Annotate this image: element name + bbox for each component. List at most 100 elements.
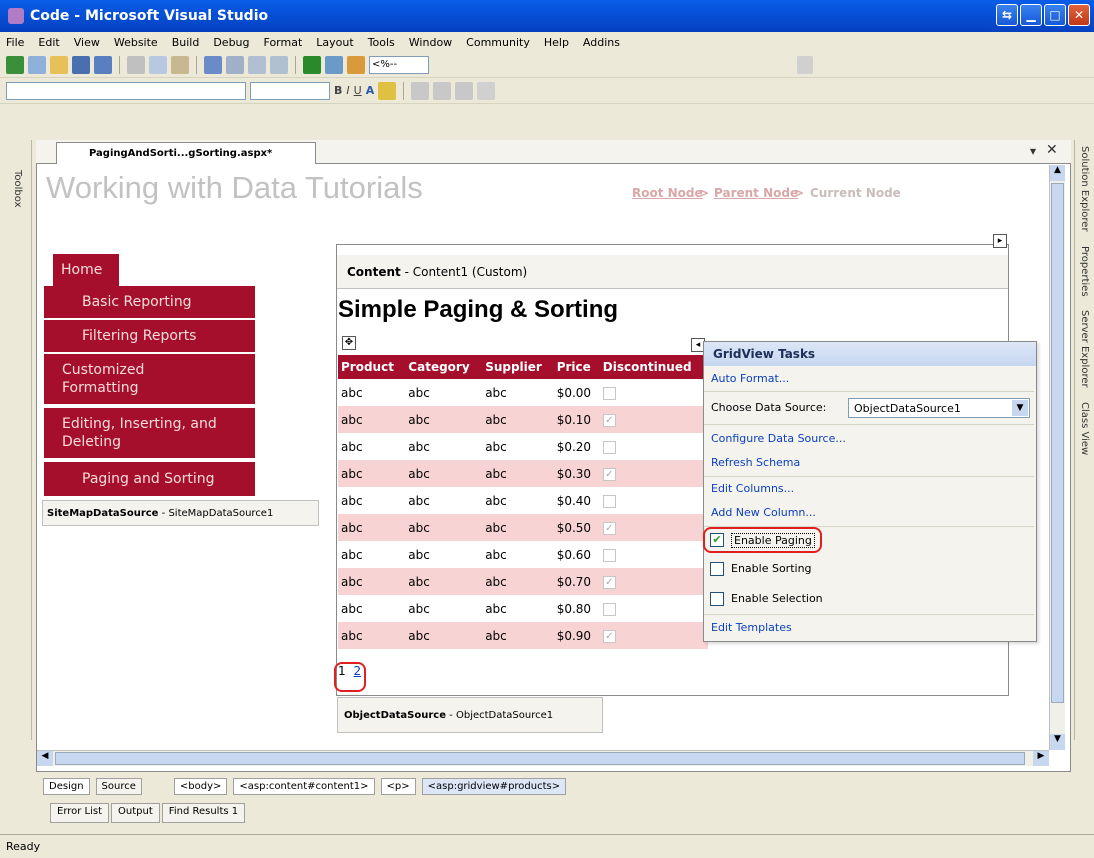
horizontal-scroll-thumb[interactable] <box>55 752 1025 765</box>
objectdatasource-control[interactable]: ObjectDataSource - ObjectDataSource1 <box>337 697 603 733</box>
font-name-combo[interactable] <box>6 81 246 100</box>
toolbox-strip[interactable]: Toolbox <box>6 140 32 740</box>
scroll-up-icon[interactable]: ▲ <box>1050 165 1065 181</box>
choose-data-source-select[interactable]: ObjectDataSource1 ▼ <box>848 398 1030 418</box>
toolbox-label[interactable]: Toolbox <box>12 170 23 208</box>
grid-header-supplier[interactable]: Supplier <box>482 355 554 379</box>
add-new-column-link[interactable]: Add New Column... <box>711 506 816 519</box>
menu-help[interactable]: Help <box>544 36 569 49</box>
enable-sorting-checkbox[interactable] <box>710 562 724 576</box>
properties-tab[interactable]: Properties <box>1079 246 1090 297</box>
paste-icon[interactable] <box>171 55 189 74</box>
menu-format[interactable]: Format <box>264 36 303 49</box>
font-color-icon[interactable]: A <box>366 84 375 97</box>
cut-icon[interactable] <box>127 55 145 74</box>
server-explorer-tab[interactable]: Server Explorer <box>1079 310 1090 388</box>
enable-selection-checkbox[interactable] <box>710 592 724 606</box>
highlight-icon[interactable] <box>378 81 397 100</box>
align-icon[interactable] <box>411 81 430 100</box>
start-debugging-icon[interactable] <box>303 55 321 74</box>
vertical-scrollbar[interactable]: ▲ ▼ <box>1049 165 1065 750</box>
output-tab[interactable]: Output <box>111 803 160 823</box>
breadcrumb-parent[interactable]: Parent Node <box>714 186 798 200</box>
solution-explorer-tab[interactable]: Solution Explorer <box>1079 146 1090 232</box>
tag-p[interactable]: <p> <box>380 777 416 795</box>
tag-content1[interactable]: <asp:content#content1> <box>233 777 375 795</box>
scroll-down-icon[interactable]: ▼ <box>1050 734 1065 750</box>
error-list-tab[interactable]: Error List <box>50 803 110 823</box>
nav-item-paging-sorting[interactable]: Paging and Sorting <box>44 462 255 496</box>
menu-view[interactable]: View <box>74 36 100 49</box>
save-all-icon[interactable] <box>94 55 112 74</box>
move-handle-icon[interactable]: ✥ <box>342 336 356 350</box>
bulleted-list-icon[interactable] <box>455 81 474 100</box>
grid-header-price[interactable]: Price <box>553 355 600 379</box>
restore-icon[interactable]: ⇆ <box>996 4 1018 26</box>
menu-build[interactable]: Build <box>172 36 200 49</box>
source-view-tab[interactable]: Source <box>95 777 142 795</box>
refresh-schema-link[interactable]: Refresh Schema <box>711 456 800 469</box>
document-tab[interactable]: PagingAndSorti...gSorting.aspx* <box>56 142 316 164</box>
design-view-tab[interactable]: Design <box>43 777 90 795</box>
menu-addins[interactable]: Addins <box>583 36 620 49</box>
menu-window[interactable]: Window <box>409 36 452 49</box>
tab-dropdown-icon[interactable]: ▾ <box>1030 144 1036 158</box>
edit-columns-link[interactable]: Edit Columns... <box>711 482 794 495</box>
find-results-tab[interactable]: Find Results 1 <box>161 803 246 823</box>
content-smart-tag-icon[interactable]: ▸ <box>993 234 1007 248</box>
maximize-button[interactable]: □ <box>1044 4 1066 26</box>
scroll-right-icon[interactable]: ▶ <box>1033 751 1049 766</box>
class-view-tab[interactable]: Class View <box>1079 402 1090 455</box>
dropdown-arrow-icon[interactable]: ▼ <box>1012 400 1028 416</box>
menu-website[interactable]: Website <box>114 36 158 49</box>
bold-icon[interactable]: B <box>334 84 342 97</box>
breadcrumb-root[interactable]: Root Node <box>632 186 703 200</box>
underline-icon[interactable]: U <box>354 84 362 97</box>
close-document-icon[interactable]: ✕ <box>1046 142 1058 158</box>
auto-format-link[interactable]: Auto Format... <box>711 372 789 385</box>
tag-gridview-products[interactable]: <asp:gridview#products> <box>421 777 567 795</box>
menu-layout[interactable]: Layout <box>316 36 353 49</box>
menu-file[interactable]: File <box>6 36 24 49</box>
open-file-icon[interactable] <box>50 55 68 74</box>
edit-templates-link[interactable]: Edit Templates <box>711 621 792 634</box>
scroll-left-icon[interactable]: ◀ <box>37 751 53 766</box>
nav-item-filtering-reports[interactable]: Filtering Reports <box>44 320 255 352</box>
configure-data-source-link[interactable]: Configure Data Source... <box>711 432 846 445</box>
indent-icon[interactable] <box>477 81 496 100</box>
copy-icon[interactable] <box>149 55 167 74</box>
new-project-icon[interactable] <box>6 55 24 74</box>
navigate-forward-icon[interactable] <box>270 55 288 74</box>
sitemap-datasource-control[interactable]: SiteMapDataSource - SiteMapDataSource1 <box>42 500 319 526</box>
italic-icon[interactable]: I <box>346 84 349 97</box>
toolbar-options-icon[interactable] <box>797 55 813 74</box>
menu-debug[interactable]: Debug <box>213 36 249 49</box>
undo-icon[interactable] <box>204 55 222 74</box>
enable-sorting-label[interactable]: Enable Sorting <box>731 562 812 575</box>
products-gridview[interactable]: Product Category Supplier Price Disconti… <box>338 355 708 649</box>
grid-header-discontinued[interactable]: Discontinued <box>599 355 708 379</box>
save-icon[interactable] <box>72 55 90 74</box>
nav-item-basic-reporting[interactable]: Basic Reporting <box>44 286 255 318</box>
grid-header-product[interactable]: Product <box>338 355 406 379</box>
find-icon[interactable] <box>325 55 343 74</box>
nav-item-home[interactable]: Home <box>53 254 119 286</box>
grid-header-category[interactable]: Category <box>405 355 483 379</box>
menu-tools[interactable]: Tools <box>368 36 395 49</box>
minimize-button[interactable]: ▁ <box>1020 4 1042 26</box>
add-item-icon[interactable] <box>28 55 46 74</box>
block-format-combo[interactable]: <%-- <box>369 55 429 74</box>
numbered-list-icon[interactable] <box>433 81 452 100</box>
toolbox-icon[interactable] <box>347 55 365 74</box>
navigate-back-icon[interactable] <box>248 55 266 74</box>
tag-body[interactable]: <body> <box>173 777 228 795</box>
nav-item-editing[interactable]: Editing, Inserting, and Deleting <box>44 408 255 458</box>
enable-selection-label[interactable]: Enable Selection <box>731 592 823 605</box>
close-button[interactable]: ✕ <box>1068 4 1090 26</box>
redo-icon[interactable] <box>226 55 244 74</box>
vertical-scroll-thumb[interactable] <box>1051 183 1064 703</box>
menu-community[interactable]: Community <box>466 36 530 49</box>
nav-item-customized-formatting[interactable]: Customized Formatting <box>44 354 255 404</box>
horizontal-scrollbar[interactable]: ◀ ▶ <box>37 750 1049 766</box>
font-size-combo[interactable] <box>250 81 330 100</box>
